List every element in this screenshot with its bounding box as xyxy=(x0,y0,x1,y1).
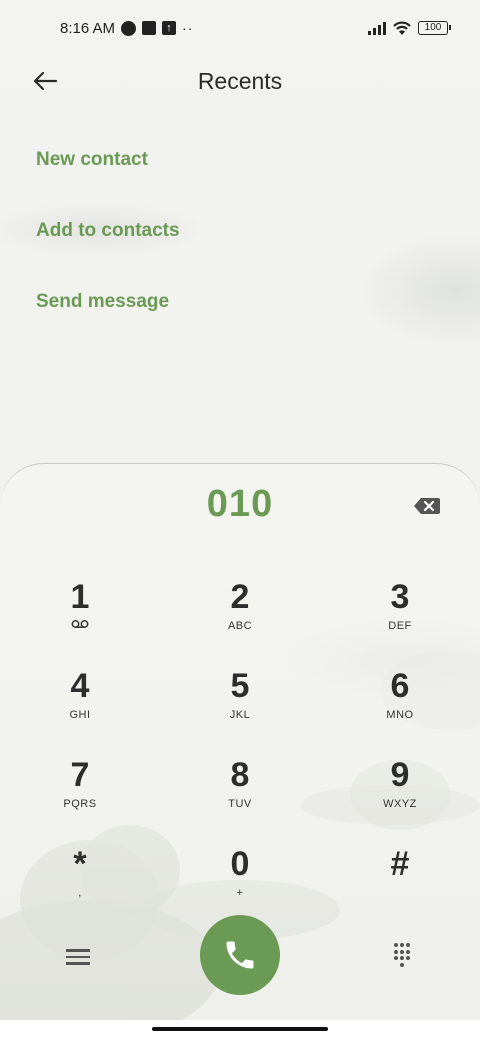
key-letters: ABC xyxy=(227,620,253,632)
key-hash[interactable]: # xyxy=(340,842,460,922)
key-digit: 1 xyxy=(70,578,90,616)
key-letters: , xyxy=(78,887,82,899)
voicemail-icon xyxy=(20,619,140,633)
key-7[interactable]: 7 PQRS xyxy=(20,753,140,833)
key-letters: PQRS xyxy=(63,798,97,810)
key-digit: 4 xyxy=(70,667,90,705)
send-message-option[interactable]: Send message xyxy=(0,267,480,338)
key-letters: TUV xyxy=(228,798,252,810)
key-digit: * xyxy=(73,845,87,883)
new-contact-option[interactable]: New contact xyxy=(0,125,480,196)
key-letters: DEF xyxy=(388,620,412,632)
key-8[interactable]: 8 TUV xyxy=(180,753,300,833)
key-digit: 0 xyxy=(230,845,250,883)
key-digit: 5 xyxy=(230,667,250,705)
dialer-actions xyxy=(0,915,480,995)
backspace-icon xyxy=(414,498,440,514)
key-0[interactable]: 0 + xyxy=(180,842,300,922)
wifi-icon xyxy=(393,21,411,35)
number-actions: New contact Add to contacts Send message xyxy=(0,125,480,338)
dialed-number: 010 xyxy=(206,483,274,525)
page-title: Recents xyxy=(197,68,283,94)
key-digit: 9 xyxy=(390,756,410,794)
more-notifications-icon: ·· xyxy=(182,20,194,36)
key-5[interactable]: 5 JKL xyxy=(180,664,300,744)
backspace-button[interactable] xyxy=(412,495,442,517)
key-digit: 2 xyxy=(230,578,250,616)
call-button[interactable] xyxy=(200,915,280,995)
menu-button[interactable] xyxy=(64,945,92,969)
dialpad-toggle-button[interactable] xyxy=(391,943,413,967)
key-star[interactable]: * , xyxy=(20,842,140,922)
navigation-bar xyxy=(0,1020,480,1040)
key-4[interactable]: 4 GHI xyxy=(20,664,140,744)
add-to-contacts-option[interactable]: Add to contacts xyxy=(0,196,480,267)
key-9[interactable]: 9 WXYZ xyxy=(340,753,460,833)
upload-icon: ↑ xyxy=(162,21,177,35)
home-gesture-handle[interactable] xyxy=(152,1027,328,1031)
key-2[interactable]: 2 ABC xyxy=(180,575,300,655)
key-letters: JKL xyxy=(229,709,251,721)
signal-icon xyxy=(368,21,386,35)
menu-icon xyxy=(66,949,90,952)
key-digit: 8 xyxy=(230,756,250,794)
key-letters: + xyxy=(236,887,244,899)
status-time: 8:16 AM xyxy=(60,19,116,37)
key-3[interactable]: 3 DEF xyxy=(340,575,460,655)
header: Recents xyxy=(0,56,480,106)
square-notification-icon xyxy=(142,21,157,35)
key-letters: WXYZ xyxy=(383,798,417,810)
key-digit: 6 xyxy=(390,667,410,705)
dialpad-icon xyxy=(394,943,398,947)
battery-icon: 100 xyxy=(418,21,451,35)
key-digit: 3 xyxy=(390,578,410,616)
key-digit: # xyxy=(390,845,410,883)
status-bar: 8:16 AM ↑ ·· 100 xyxy=(0,0,480,56)
app-notification-icon xyxy=(121,20,137,36)
key-digit: 7 xyxy=(70,756,90,794)
key-1[interactable]: 1 xyxy=(20,575,140,655)
key-6[interactable]: 6 MNO xyxy=(340,664,460,744)
phone-icon xyxy=(226,941,254,969)
key-letters: MNO xyxy=(386,709,414,721)
key-letters: GHI xyxy=(69,709,91,721)
